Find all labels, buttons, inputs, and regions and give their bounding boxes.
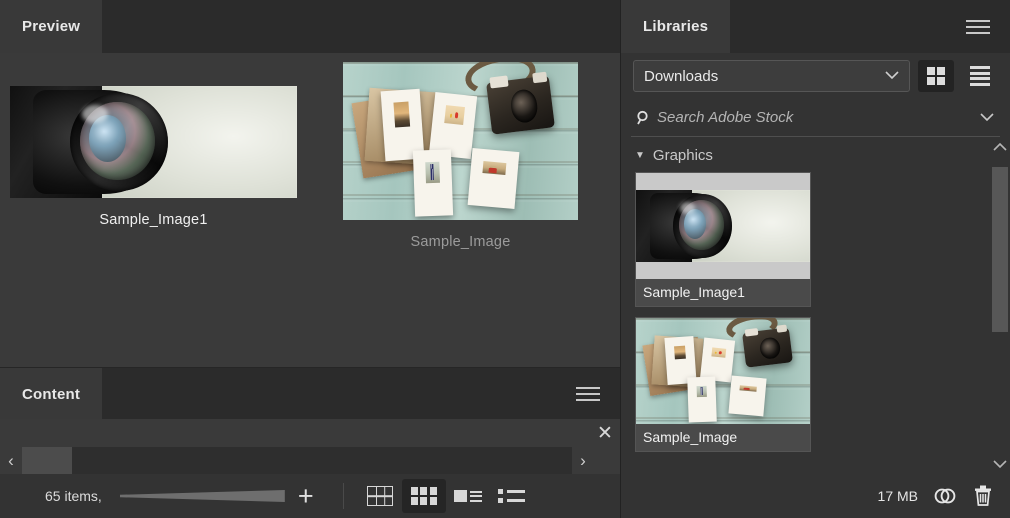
search-chevron-down-icon[interactable]: [974, 110, 1000, 125]
content-panel-menu-icon[interactable]: [568, 368, 608, 419]
asset-name: Sample_Image1: [636, 279, 810, 306]
item-count-label: 65 items,: [45, 488, 102, 504]
scrollbar-thumb[interactable]: [22, 447, 72, 474]
group-header-graphics[interactable]: ▼ Graphics: [635, 147, 990, 164]
grid-icon: [366, 486, 393, 506]
list-view-toggle[interactable]: [962, 60, 998, 92]
asset-thumbnail-1: [636, 173, 810, 279]
libraries-asset-list: ▼ Graphics Sample_Image1 Sample_Image: [621, 137, 990, 474]
preview-tabbar-spacer: [102, 0, 620, 53]
content-horizontal-scrollbar[interactable]: ‹ ›: [0, 447, 620, 474]
toolbar-divider: [342, 483, 344, 509]
chevron-down-icon: [885, 69, 899, 83]
library-select-value: Downloads: [644, 67, 719, 85]
trash-icon[interactable]: [972, 484, 994, 508]
library-select[interactable]: Downloads: [633, 60, 910, 92]
asset-artwork-polaroids: [636, 318, 810, 424]
scrollbar-track[interactable]: [22, 447, 572, 474]
preview-body: Sample_Image1 Sample_Image: [0, 53, 620, 367]
libraries-content: ▼ Graphics Sample_Image1 Sample_Image: [621, 137, 1010, 474]
scroll-down-icon[interactable]: [990, 454, 1010, 474]
tab-libraries[interactable]: Libraries: [621, 0, 731, 53]
search-input[interactable]: Search Adobe Stock: [657, 109, 974, 126]
tab-libraries-label: Libraries: [643, 18, 709, 35]
preview-item-1-label: Sample_Image1: [99, 212, 208, 228]
preview-thumbnail-image-1: [10, 86, 297, 198]
thumbnail-size-slider[interactable]: [119, 489, 285, 503]
search-icon: [631, 110, 657, 126]
close-icon[interactable]: ✕: [590, 424, 620, 443]
list-icon: [498, 489, 526, 503]
details-icon: [453, 490, 482, 502]
tab-preview[interactable]: Preview: [0, 0, 103, 53]
libraries-scrollbar-track[interactable]: [990, 157, 1010, 454]
tab-preview-label: Preview: [22, 18, 81, 35]
scrollbar-tail: [594, 447, 620, 474]
preview-panel-tabbar: Preview: [0, 0, 620, 53]
thumbnail-view-button[interactable]: [401, 479, 446, 513]
asset-thumbnail-2: [636, 318, 810, 424]
libraries-scrollbar-thumb[interactable]: [992, 167, 1008, 332]
add-button[interactable]: +: [289, 482, 323, 510]
scroll-left-icon[interactable]: ‹: [0, 452, 22, 469]
libraries-tabbar: Libraries: [621, 0, 1010, 53]
scroll-up-icon[interactable]: [990, 137, 1010, 157]
caret-down-icon[interactable]: ▼: [635, 150, 645, 161]
content-bottom-toolbar: 65 items, +: [0, 474, 620, 518]
list-item[interactable]: Sample_Image1: [635, 172, 811, 307]
tab-content-label: Content: [22, 386, 81, 403]
preview-item-1[interactable]: Sample_Image1: [10, 86, 297, 228]
content-panel-tabbar: Content: [0, 367, 620, 421]
preview-thumbnail-image-2: [343, 62, 578, 220]
preview-item-2[interactable]: Sample_Image: [343, 62, 578, 250]
group-header-label: Graphics: [652, 147, 713, 164]
scroll-right-icon[interactable]: ›: [572, 452, 594, 469]
grid-view-icon: [926, 66, 946, 86]
search-adobe-stock-row[interactable]: Search Adobe Stock: [631, 99, 1000, 137]
libraries-vertical-scrollbar[interactable]: [990, 137, 1010, 474]
grid-view-button[interactable]: [358, 479, 402, 513]
content-tabbar-spacer: [102, 368, 568, 419]
preview-item-2-label: Sample_Image: [410, 234, 511, 250]
list-view-icon: [970, 66, 990, 86]
asset-name: Sample_Image: [636, 424, 810, 451]
content-pathbar: ✕: [0, 419, 620, 447]
details-view-button[interactable]: [446, 479, 490, 513]
application-window: Preview Sample_Image1 Sample_Image Conte…: [0, 0, 1010, 518]
libraries-panel: Libraries Downloads Search Adobe Stock ▼…: [620, 0, 1010, 518]
libraries-tabbar-spacer: [730, 0, 958, 53]
libraries-footer: 17 MB: [621, 474, 1010, 518]
libraries-panel-menu-icon[interactable]: [958, 0, 998, 53]
library-size-label: 17 MB: [877, 488, 918, 504]
creative-cloud-icon[interactable]: [932, 483, 958, 509]
grid-view-toggle[interactable]: [918, 60, 954, 92]
asset-artwork-camera-lens: [636, 190, 810, 262]
list-item[interactable]: Sample_Image: [635, 317, 811, 452]
left-column: Preview Sample_Image1 Sample_Image Conte…: [0, 0, 620, 518]
thumbnails-icon: [410, 486, 437, 506]
tab-content[interactable]: Content: [0, 368, 103, 421]
list-view-button[interactable]: [490, 479, 534, 513]
libraries-toolbar: Downloads: [621, 53, 1010, 99]
slider-wedge: [119, 490, 285, 502]
